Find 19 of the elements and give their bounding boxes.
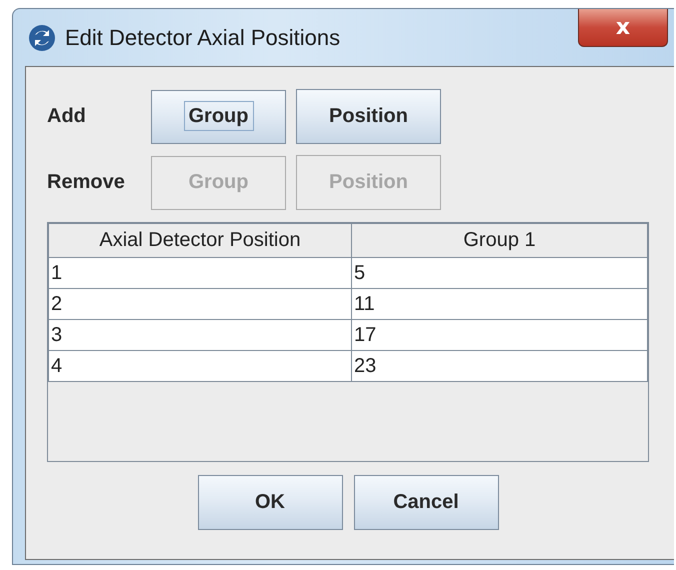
table-cell[interactable]: 11: [352, 288, 648, 320]
table-cell[interactable]: 23: [352, 350, 648, 382]
window-title: Edit Detector Axial Positions: [65, 24, 340, 50]
group-button[interactable]: Group: [151, 90, 286, 144]
table-cell[interactable]: 17: [352, 320, 648, 350]
table-cell[interactable]: 4: [48, 350, 352, 382]
column-header[interactable]: Axial Detector Position: [48, 224, 352, 258]
column-header[interactable]: Group 1: [352, 224, 648, 258]
app-logo-icon: [29, 24, 55, 50]
position-button[interactable]: Position: [296, 89, 441, 144]
table-cell[interactable]: 3: [48, 320, 352, 350]
row-label: Remove: [47, 171, 126, 194]
ok-button[interactable]: OK: [198, 475, 342, 530]
cancel-button[interactable]: Cancel: [354, 475, 498, 530]
row-label: Add: [47, 105, 87, 128]
close-button[interactable]: x: [578, 9, 668, 47]
table-cell[interactable]: 1: [48, 258, 352, 288]
table-cell[interactable]: 2: [48, 288, 352, 320]
table-cell[interactable]: 5: [352, 258, 648, 288]
